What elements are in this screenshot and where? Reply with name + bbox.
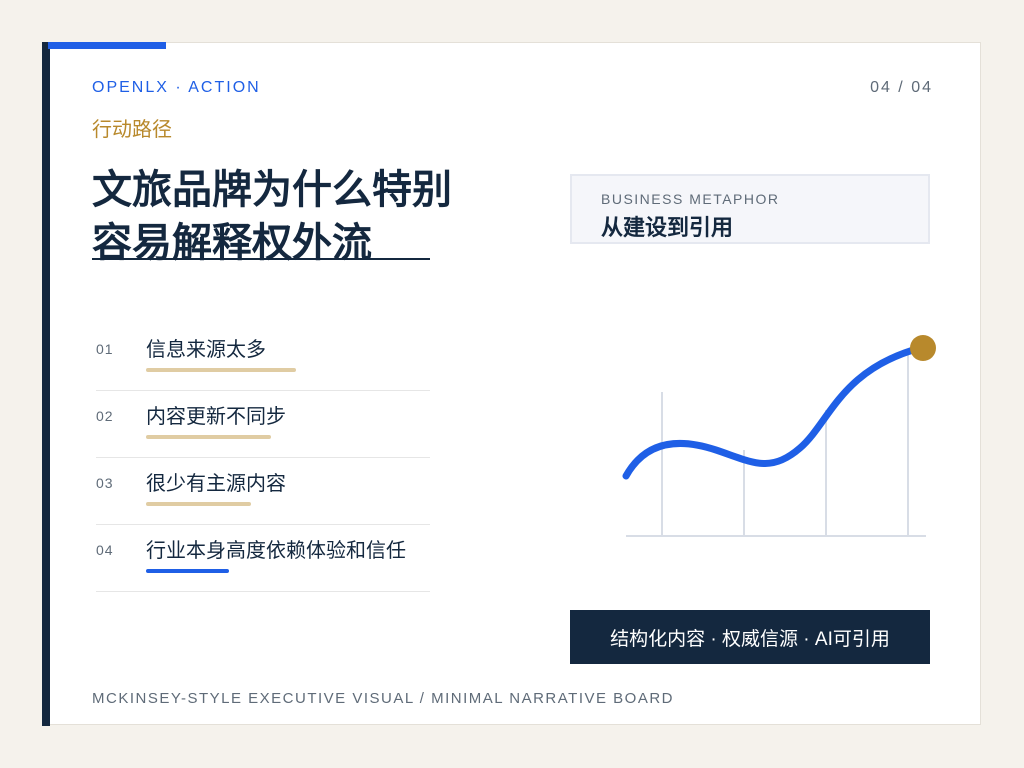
list-item: 04 行业本身高度依赖体验和信任: [96, 525, 430, 592]
title-line-2: 容易解释权外流: [92, 221, 372, 265]
item-text: 行业本身高度依赖体验和信任: [146, 540, 406, 562]
title-underline: [92, 258, 430, 260]
item-text: 内容更新不同步: [146, 406, 286, 428]
item-text: 很少有主源内容: [146, 473, 286, 495]
title-line-1: 文旅品牌为什么特别: [92, 168, 452, 212]
page-title: 文旅品牌为什么特别 容易解释权外流: [92, 164, 512, 270]
item-number: 02: [96, 408, 114, 424]
footer-caption: MCKINSEY-STYLE EXECUTIVE VISUAL / MINIMA…: [92, 690, 675, 707]
growth-curve: [622, 344, 924, 480]
left-accent-bar: [42, 42, 50, 726]
item-number: 04: [96, 542, 114, 558]
item-progress-bar: [146, 368, 296, 372]
item-number: 03: [96, 475, 114, 491]
page-indicator: 04 / 04: [870, 79, 933, 96]
eyebrow-label: OPENLX · ACTION: [92, 79, 261, 96]
item-progress-bar: [146, 569, 229, 573]
reason-list: 01 信息来源太多 02 内容更新不同步 03 很少有主源内容 04 行业本身高…: [96, 324, 430, 592]
curve-endpoint-dot: [910, 335, 936, 361]
item-progress-bar: [146, 502, 251, 506]
list-item: 01 信息来源太多: [96, 324, 430, 391]
list-item: 03 很少有主源内容: [96, 458, 430, 525]
growth-curve-illustration: [622, 335, 936, 537]
metaphor-title: 从建设到引用: [601, 215, 734, 240]
section-subtitle: 行动路径: [92, 119, 172, 141]
item-text: 信息来源太多: [146, 339, 266, 361]
tagline-banner: 结构化内容 · 权威信源 · AI可引用: [570, 610, 930, 664]
list-item: 02 内容更新不同步: [96, 391, 430, 458]
metaphor-box: BUSINESS METAPHOR 从建设到引用: [570, 174, 930, 244]
metaphor-label: BUSINESS METAPHOR: [601, 191, 780, 207]
item-progress-bar: [146, 435, 271, 439]
top-accent-bar: [48, 42, 166, 49]
item-number: 01: [96, 341, 114, 357]
